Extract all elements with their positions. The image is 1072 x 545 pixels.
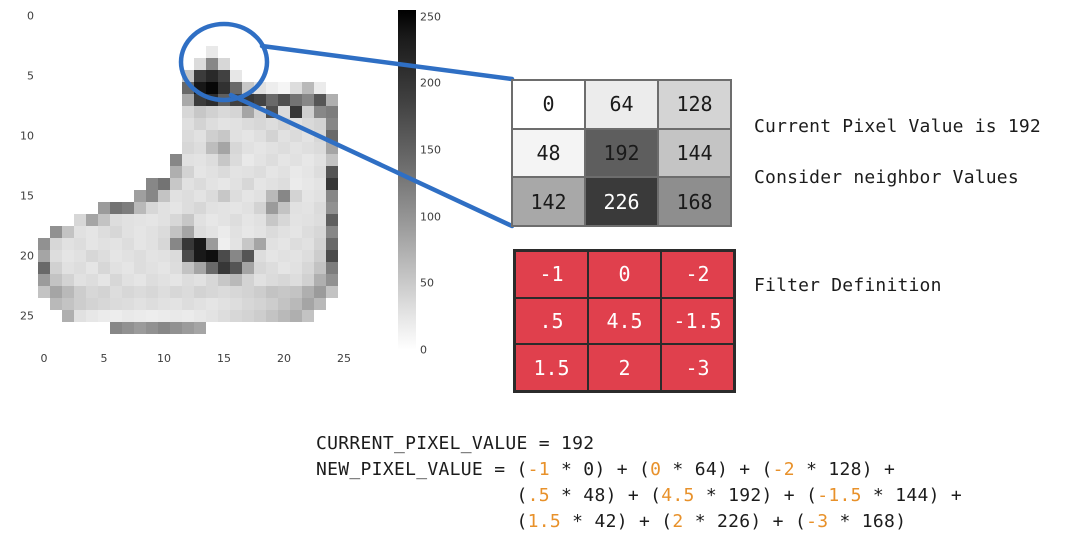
neighbor-cell-r0-c0: 0	[512, 80, 585, 129]
x-tick-label: 20	[277, 352, 291, 365]
equation-text: (	[794, 511, 807, 532]
filter-cell-r1-c0: .5	[515, 297, 588, 345]
convolution-equation: CURRENT_PIXEL_VALUE = 192 NEW_PIXEL_VALU…	[316, 431, 962, 535]
colorbar-tick-label: 100	[420, 210, 441, 224]
equation-text	[316, 511, 516, 532]
equation-text: +	[772, 485, 807, 506]
consider-neighbors-annotation: Consider neighbor Values	[754, 167, 1019, 188]
equation-text	[316, 485, 516, 506]
neighbor-values-matrix: 0 64 128 48 192 144 142 226 168	[511, 79, 732, 227]
equation-text: (	[806, 485, 818, 506]
neighbor-cell-r2-c2: 168	[658, 177, 731, 226]
x-tick-label: 15	[217, 352, 231, 365]
neighbor-cell-r0-c2: 128	[658, 80, 731, 129]
filter-cell-r2-c1: 2	[588, 344, 661, 391]
equation-text: +	[616, 485, 651, 506]
neighbor-cell-r1-c2: 144	[658, 128, 731, 178]
neighbor-cell-r2-c0: 142	[512, 177, 585, 226]
filter-definition-annotation: Filter Definition	[754, 275, 942, 296]
x-tick-label: 10	[157, 352, 171, 365]
x-tick-label: 25	[337, 352, 351, 365]
neighbor-cell-r0-c1: 64	[585, 80, 658, 129]
equation-text: * 42)	[561, 511, 628, 532]
equation-weight: .5	[527, 485, 550, 506]
equation-text: (	[516, 485, 528, 506]
equation-text: (	[761, 459, 773, 480]
equation-text: * 48)	[549, 485, 617, 506]
equation-text: CURRENT_PIXEL_VALUE = 192	[316, 433, 595, 454]
equation-weight: 0	[650, 459, 662, 480]
equation-weight: -1	[527, 459, 550, 480]
colorbar-ticks: 250 200 150 100 50 0	[420, 0, 466, 380]
equation-text: * 0)	[549, 459, 606, 480]
neighbor-cell-r1-c1: 192	[585, 128, 658, 178]
colorbar-tick-label: 150	[420, 143, 441, 157]
equation-text: +	[939, 485, 963, 506]
filter-cell-r0-c0: -1	[515, 251, 588, 298]
colorbar-tick-label: 0	[420, 343, 427, 357]
y-tick-label: 25	[20, 309, 34, 323]
filter-cell-r0-c1: 0	[588, 251, 661, 298]
equation-text: +	[728, 459, 762, 480]
equation-text: (	[639, 459, 651, 480]
x-tick-label: 0	[40, 352, 48, 365]
x-axis-ticks: 0 5 10 15 20 25	[0, 352, 400, 380]
y-tick-label: 20	[20, 249, 34, 263]
colorbar-tick-label: 200	[420, 76, 441, 90]
equation-weight: -3	[806, 511, 829, 532]
grayscale-image-figure: 0 5 10 15 20 25 0 5 10 15 20 25 250 200 150 100 50 0	[0, 0, 470, 380]
y-axis-ticks: 0 5 10 15 20 25	[0, 0, 34, 380]
equation-text: * 168)	[828, 511, 907, 532]
equation-weight: 2	[672, 511, 684, 532]
equation-weight: -1.5	[817, 485, 862, 506]
equation-text: * 226)	[683, 511, 762, 532]
ankle-boot-pixel-image	[38, 10, 374, 346]
filter-cell-r1-c1: 4.5	[588, 297, 661, 345]
filter-cell-r1-c2: -1.5	[661, 297, 734, 345]
grayscale-colorbar	[398, 10, 416, 350]
equation-text: +	[627, 511, 662, 532]
equation-text: * 192)	[694, 485, 773, 506]
equation-text: (	[516, 511, 528, 532]
equation-weight: 4.5	[661, 485, 695, 506]
y-tick-label: 15	[20, 189, 34, 203]
equation-text: +	[761, 511, 795, 532]
neighbor-cell-r1-c0: 48	[512, 128, 585, 178]
filter-cell-r0-c2: -2	[661, 251, 734, 298]
y-tick-label: 10	[20, 129, 34, 143]
neighbor-cell-r2-c1: 226	[585, 177, 658, 226]
equation-text: +	[605, 459, 639, 480]
equation-text: NEW_PIXEL_VALUE =	[316, 459, 517, 480]
equation-text: * 64)	[661, 459, 729, 480]
slide-canvas: 0 5 10 15 20 25 0 5 10 15 20 25 250 200 150 100 50 0 06…	[0, 0, 1072, 545]
equation-text: (	[661, 511, 673, 532]
equation-text: (	[650, 485, 662, 506]
current-pixel-annotation: Current Pixel Value is 192	[754, 116, 1041, 137]
y-tick-label: 5	[27, 69, 34, 83]
equation-text: * 128)	[794, 459, 873, 480]
equation-text: (	[516, 459, 528, 480]
filter-cell-r2-c2: -3	[661, 344, 734, 391]
x-tick-label: 5	[100, 352, 108, 365]
equation-text: +	[872, 459, 896, 480]
filter-definition-matrix: -1 0 -2 .5 4.5 -1.5 1.5 2 -3	[513, 249, 736, 393]
filter-cell-r2-c0: 1.5	[515, 344, 588, 391]
equation-text: * 144)	[861, 485, 940, 506]
y-tick-label: 0	[27, 9, 34, 23]
equation-weight: 1.5	[527, 511, 562, 532]
equation-weight: -2	[772, 459, 795, 480]
colorbar-tick-label: 250	[420, 10, 441, 24]
colorbar-tick-label: 50	[420, 276, 434, 290]
